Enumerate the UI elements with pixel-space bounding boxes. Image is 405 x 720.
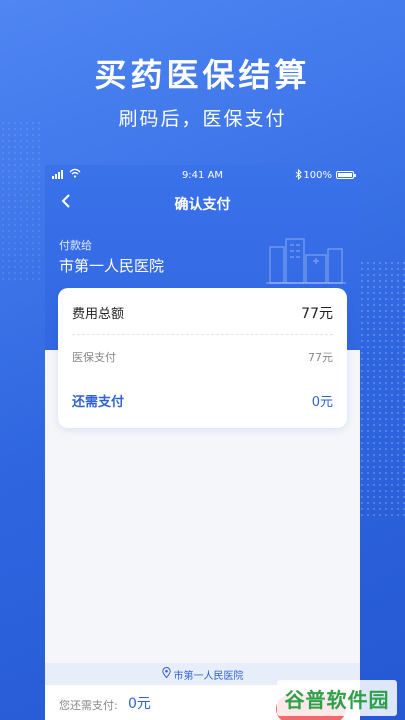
phone-screen: 9:41 AM 100% 确认支付 付款给 市第一人民医院 费用总额 77元 医… (45, 165, 360, 720)
location-pin-icon (161, 667, 171, 681)
insurance-label: 医保支付 (72, 351, 116, 364)
payment-summary-card: 费用总额 77元 医保支付 77元 还需支付 0元 (58, 288, 347, 428)
payee-name: 市第一人民医院 (59, 257, 165, 275)
divider (72, 334, 333, 335)
battery-icon (336, 171, 356, 179)
bluetooth-icon (295, 168, 302, 183)
footer-location-text: 市第一人民医院 (173, 670, 244, 682)
insurance-value: 77元 (308, 351, 333, 364)
page-title: 确认支付 (174, 197, 231, 213)
due-value: 0元 (311, 395, 333, 410)
decorative-dots-left (0, 120, 40, 280)
watermark-logo: 谷普软件园 (277, 680, 397, 716)
total-label: 费用总额 (72, 307, 125, 322)
footer-due-value: 0元 (128, 696, 151, 712)
hospital-building-icon (266, 238, 346, 284)
battery-percent: 100% (303, 170, 332, 181)
payee-label: 付款给 (59, 239, 92, 252)
status-bar: 9:41 AM 100% (45, 165, 360, 185)
footer-due-label: 您还需支付: (59, 699, 118, 712)
nav-bar: 确认支付 (45, 187, 360, 217)
hero-title: 买药医保结算 (94, 56, 311, 94)
due-label: 还需支付 (72, 395, 125, 410)
total-value: 77元 (301, 306, 333, 322)
hero-subtitle: 刷码后，医保支付 (118, 108, 287, 130)
